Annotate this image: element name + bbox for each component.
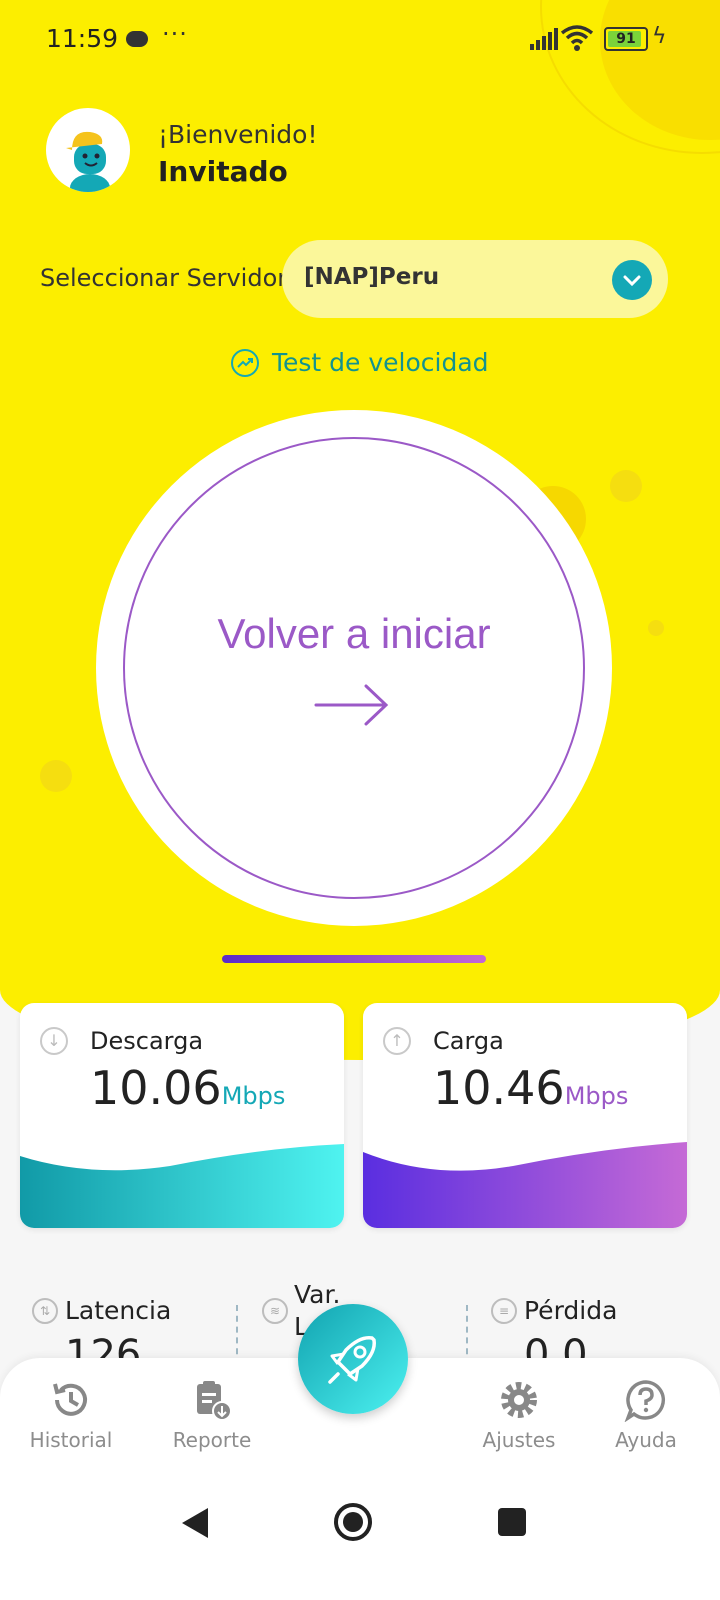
upload-unit: Mbps	[564, 1082, 629, 1110]
upload-value: 10.46	[433, 1061, 565, 1115]
nav-settings[interactable]: Ajustes	[464, 1378, 574, 1452]
home-icon[interactable]	[333, 1502, 373, 1542]
battery-level: 91	[616, 31, 636, 47]
signal-icon	[530, 28, 562, 50]
latency-label: Latencia	[65, 1296, 172, 1325]
server-label: Seleccionar Servidor	[40, 264, 288, 292]
rocket-icon	[328, 1336, 376, 1384]
nav-report-label: Reporte	[172, 1428, 252, 1452]
loss-label: Pérdida	[524, 1296, 618, 1325]
arrow-right-icon	[314, 684, 389, 726]
nav-history-label: Historial	[29, 1428, 113, 1452]
history-icon	[16, 1378, 126, 1426]
system-navigation-bar	[0, 1498, 720, 1600]
packet-loss-icon: ≡	[491, 1298, 517, 1324]
avatar[interactable]	[46, 108, 130, 192]
report-icon	[157, 1378, 267, 1426]
user-name: Invitado	[158, 155, 288, 188]
nav-report[interactable]: Reporte	[157, 1378, 267, 1452]
restart-label: Volver a iniciar	[217, 610, 491, 657]
guest-avatar-icon	[66, 131, 110, 192]
download-title: Descarga	[90, 1027, 204, 1055]
back-icon[interactable]	[180, 1506, 210, 1540]
stats-divider	[466, 1305, 468, 1365]
nav-help-label: Ayuda	[615, 1428, 677, 1452]
help-icon	[591, 1378, 701, 1426]
upload-value-group: 10.46Mbps	[433, 1061, 628, 1115]
download-value-group: 10.06Mbps	[90, 1061, 285, 1115]
message-notification-icon	[126, 31, 148, 47]
download-unit: Mbps	[221, 1082, 286, 1110]
start-test-fab[interactable]	[298, 1304, 408, 1414]
nav-help[interactable]: Ayuda	[591, 1378, 701, 1452]
gear-icon	[464, 1378, 574, 1426]
download-value: 10.06	[90, 1061, 222, 1115]
restart-ring	[123, 437, 585, 899]
jitter-icon: ≋	[262, 1298, 288, 1324]
battery-icon: 91	[604, 27, 648, 51]
speed-test-label: Test de velocidad	[272, 348, 489, 377]
download-card: ↓ Descarga 10.06Mbps	[20, 1003, 344, 1228]
download-wave	[20, 1144, 344, 1228]
more-notifications-icon: ···	[162, 20, 188, 48]
welcome-text: ¡Bienvenido!	[158, 120, 318, 149]
stats-divider	[236, 1305, 238, 1365]
wifi-icon	[560, 25, 594, 51]
nav-history[interactable]: Historial	[16, 1378, 126, 1452]
upload-icon: ↑	[383, 1027, 411, 1055]
decorative-dot	[610, 470, 642, 502]
nav-settings-label: Ajustes	[482, 1428, 556, 1452]
latency-icon: ⇅	[32, 1298, 58, 1324]
trend-up-icon	[231, 349, 259, 377]
chevron-down-icon	[612, 260, 652, 300]
upload-card: ↑ Carga 10.46Mbps	[363, 1003, 687, 1228]
upload-wave	[363, 1142, 687, 1228]
restart-test-button[interactable]: Volver a iniciar	[96, 410, 612, 926]
status-bar: 11:59 ··· 91 ϟ	[0, 18, 720, 58]
server-select[interactable]: [NAP]Peru	[282, 240, 668, 318]
decorative-dot	[40, 760, 72, 792]
charging-icon: ϟ	[652, 24, 667, 49]
upload-title: Carga	[433, 1027, 504, 1055]
test-progress-bar	[222, 955, 486, 963]
decorative-dot	[648, 620, 664, 636]
recents-icon[interactable]	[497, 1507, 527, 1537]
clock: 11:59	[46, 24, 119, 53]
server-value: [NAP]Peru	[304, 264, 440, 290]
download-icon: ↓	[40, 1027, 68, 1055]
